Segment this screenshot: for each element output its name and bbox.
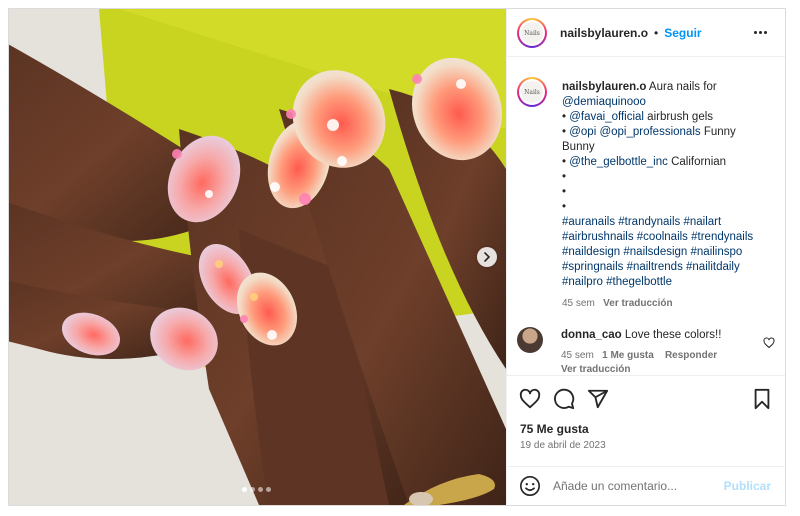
heart-small-icon — [763, 337, 775, 349]
emoji-smile-icon — [520, 476, 540, 496]
caption-avatar[interactable]: Nails — [517, 77, 547, 107]
carousel-dot — [242, 487, 247, 492]
caption-line: • @the_gelbottle_inc Californian — [562, 155, 777, 170]
mention-link[interactable]: @favai_official — [569, 111, 644, 123]
hashtag-line[interactable]: #naildesign #nailsdesign #nailinspo — [562, 245, 777, 260]
caption-line: • @opi @opi_professionals Funny — [562, 125, 777, 140]
caption-translate-link[interactable]: Ver traducción — [603, 298, 672, 309]
caption-line: Bunny — [562, 140, 777, 155]
paper-plane-icon — [587, 389, 609, 409]
avatar-border: Nails — [519, 20, 545, 46]
comment-button[interactable] — [553, 388, 575, 415]
carousel-dot — [250, 487, 255, 492]
avatar-logo: Nails — [521, 22, 543, 44]
caption-line-text: Californian — [667, 156, 727, 168]
post-side-panel: Nails nailsbylauren.o • Seguir Nails nai… — [506, 9, 785, 505]
comments-section[interactable]: Nails nailsbylauren.o Aura nails for @de… — [507, 57, 785, 375]
more-dot — [764, 31, 767, 34]
post-date: 19 de abril de 2023 — [520, 440, 606, 451]
mention-link[interactable]: @the_gelbottle_inc — [569, 156, 668, 168]
carousel-dot — [266, 487, 271, 492]
caption-intro: Aura nails for — [646, 81, 717, 93]
comment-meta: 45 sem 1 Me gusta Responder — [561, 350, 717, 361]
reply-button[interactable]: Responder — [665, 350, 717, 361]
share-button[interactable] — [587, 388, 609, 415]
comment-age[interactable]: 45 sem — [561, 350, 594, 361]
caption-first-line: nailsbylauren.o Aura nails for — [562, 80, 777, 95]
empty-bullet: • — [562, 171, 567, 183]
caption-mention[interactable]: @demiaquinooo — [562, 95, 777, 110]
commenter-avatar[interactable] — [517, 327, 543, 353]
hashtag-line[interactable]: #nailpro #thegelbottle — [562, 275, 777, 290]
caption-meta: 45 sem Ver traducción — [562, 296, 777, 311]
follow-button[interactable]: Seguir — [664, 26, 701, 40]
avatar-logo: Nails — [521, 81, 543, 103]
hashtag-line[interactable]: #auranails #trandynails #nailart — [562, 215, 777, 230]
caption-line: • @favai_official airbrush gels — [562, 110, 777, 125]
bookmark-icon — [754, 388, 770, 410]
author-avatar[interactable]: Nails — [517, 18, 547, 48]
hashtag-line[interactable]: #springnails #nailtrends #nailitdaily — [562, 260, 777, 275]
post-header: Nails nailsbylauren.o • Seguir — [507, 9, 785, 57]
comment-text: Love these colors!! — [621, 329, 722, 341]
caption-line-text: Bunny — [562, 141, 595, 153]
caption-age[interactable]: 45 sem — [562, 298, 595, 309]
hashtag-line[interactable]: #airbrushnails #coolnails #trendynails — [562, 230, 777, 245]
save-button[interactable] — [751, 388, 773, 415]
comment-like-button[interactable] — [763, 336, 775, 354]
comment-translate-row: Ver traducción — [561, 364, 630, 375]
author-username[interactable]: nailsbylauren.o — [560, 26, 648, 40]
mention-link[interactable]: @opi @opi_professionals — [569, 126, 700, 138]
carousel-indicator — [242, 487, 271, 492]
nails-photo-illustration — [9, 9, 506, 505]
comment-input[interactable] — [553, 477, 723, 495]
comment-body: donna_cao Love these colors!! — [561, 329, 721, 341]
commenter-username[interactable]: donna_cao — [561, 329, 622, 341]
chevron-right-icon — [484, 252, 491, 262]
caption-username[interactable]: nailsbylauren.o — [562, 81, 646, 93]
header-title: nailsbylauren.o • Seguir — [560, 26, 702, 40]
like-button[interactable] — [519, 388, 541, 415]
empty-bullet: • — [562, 186, 567, 198]
comment-bubble-icon — [554, 388, 575, 410]
post-actions: 75 Me gusta 19 de abril de 2023 Publicar — [507, 375, 785, 503]
publish-button[interactable]: Publicar — [724, 479, 771, 493]
next-photo-button[interactable] — [477, 247, 497, 267]
caption-line-text: Funny — [700, 126, 736, 138]
likes-count[interactable]: 75 Me gusta — [520, 422, 589, 436]
carousel-dot — [258, 487, 263, 492]
post-photo[interactable] — [9, 9, 506, 505]
post-caption: nailsbylauren.o Aura nails for @demiaqui… — [562, 80, 777, 311]
caption-line-text: airbrush gels — [643, 111, 714, 123]
separator-dot: • — [654, 26, 659, 40]
emoji-button[interactable] — [519, 475, 541, 502]
more-dot — [754, 31, 757, 34]
more-dot — [759, 31, 762, 34]
empty-bullet: • — [562, 201, 567, 213]
comment-likes[interactable]: 1 Me gusta — [602, 350, 654, 361]
more-horizontal-icon[interactable] — [754, 31, 767, 34]
comment-item: donna_cao Love these colors!! 45 sem 1 M… — [517, 327, 777, 377]
post-frame: Nails nailsbylauren.o • Seguir Nails nai… — [8, 8, 786, 506]
heart-icon — [519, 388, 541, 409]
add-comment-bar: Publicar — [507, 466, 785, 504]
avatar-border: Nails — [519, 79, 545, 105]
comment-translate-link[interactable]: Ver traducción — [561, 364, 630, 375]
